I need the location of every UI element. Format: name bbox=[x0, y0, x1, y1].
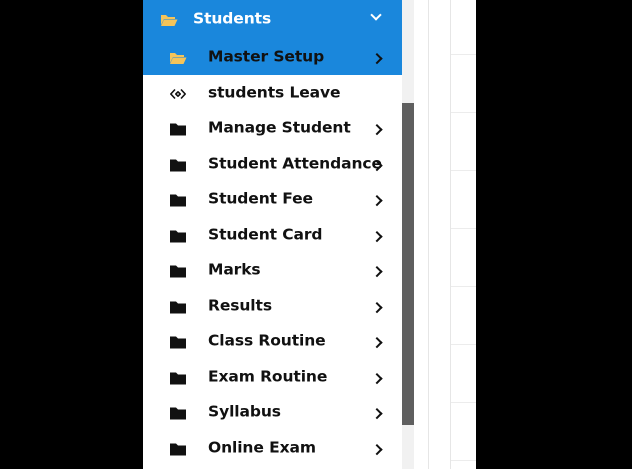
sidebar-item-syllabus[interactable]: Syllabus bbox=[143, 394, 402, 430]
sidebar-item-online-exam[interactable]: Online Exam bbox=[143, 430, 402, 466]
sidebar-item-label: Results bbox=[208, 296, 272, 315]
sidebar-item-student-fee[interactable]: Student Fee bbox=[143, 181, 402, 217]
sidebar-item-label: Master Setup bbox=[208, 47, 325, 66]
folder-icon bbox=[169, 228, 187, 243]
sidebar-item-label: Student Fee bbox=[208, 189, 313, 208]
sidebar-item-results[interactable]: Results bbox=[143, 288, 402, 324]
sidebar-item-label: Student Attendance bbox=[208, 154, 382, 173]
chevron-right-icon bbox=[371, 195, 383, 207]
screen: Students Master Setup students Leave Manag… bbox=[0, 0, 632, 469]
folder-icon bbox=[169, 334, 187, 349]
divider bbox=[451, 170, 476, 171]
sidebar-item-marks[interactable]: Marks bbox=[143, 252, 402, 288]
folder-icon bbox=[169, 405, 187, 420]
sidebar-item-master-setup[interactable]: Master Setup bbox=[143, 38, 402, 75]
chevron-right-icon bbox=[371, 372, 383, 385]
sidebar-item-student-card[interactable]: Student Card bbox=[143, 217, 402, 253]
divider bbox=[451, 54, 476, 55]
sidebar-item-label: Online Exam bbox=[208, 438, 316, 457]
link-icon bbox=[169, 86, 187, 100]
folder-open-icon bbox=[169, 50, 187, 64]
sidebar-item-label: Exam Routine bbox=[208, 367, 328, 386]
folder-icon bbox=[169, 263, 187, 278]
sidebar-item-label: Marks bbox=[208, 260, 261, 279]
sidebar-item-students-leave[interactable]: students Leave bbox=[143, 75, 402, 111]
sidebar-item-class-routine[interactable]: Class Routine bbox=[143, 323, 402, 359]
divider bbox=[451, 112, 476, 113]
chevron-right-icon bbox=[371, 266, 383, 278]
sidebar-item-exam-routine[interactable]: Exam Routine bbox=[143, 359, 402, 395]
divider bbox=[450, 0, 451, 469]
sidebar-item-label: Syllabus bbox=[208, 402, 281, 421]
sidebar-item-label: Student Card bbox=[208, 225, 323, 244]
folder-icon bbox=[169, 370, 187, 385]
sidebar-item-label: students Leave bbox=[208, 83, 341, 102]
chevron-down-icon[interactable] bbox=[370, 9, 382, 21]
divider bbox=[451, 286, 476, 287]
folder-open-icon bbox=[160, 12, 178, 26]
folder-icon bbox=[169, 441, 187, 456]
sidebar-item-label: Manage Student bbox=[208, 118, 351, 137]
sidebar-menu: Students Master Setup students Leave Manag… bbox=[143, 0, 402, 469]
sidebar-item-manage-student[interactable]: Manage Student bbox=[143, 110, 402, 146]
folder-icon bbox=[169, 299, 187, 314]
content-area bbox=[414, 0, 476, 469]
divider bbox=[451, 402, 476, 403]
divider bbox=[451, 460, 476, 461]
sidebar-item-student-attendance[interactable]: Student Attendance bbox=[143, 146, 402, 182]
divider bbox=[451, 344, 476, 345]
chevron-right-icon bbox=[371, 230, 383, 243]
folder-icon bbox=[169, 121, 187, 136]
sidebar-section-label: Students bbox=[193, 9, 272, 28]
scrollbar[interactable] bbox=[402, 0, 414, 469]
chevron-right-icon bbox=[371, 337, 383, 349]
chevron-right-icon bbox=[371, 124, 383, 136]
chevron-right-icon bbox=[371, 408, 383, 420]
sidebar-item-label: Class Routine bbox=[208, 331, 326, 350]
folder-icon bbox=[169, 192, 187, 207]
chevron-right-icon bbox=[371, 301, 383, 314]
scrollbar-thumb[interactable] bbox=[402, 103, 414, 425]
folder-icon bbox=[169, 157, 187, 172]
divider bbox=[428, 0, 429, 469]
divider bbox=[451, 228, 476, 229]
chevron-right-icon bbox=[371, 52, 383, 64]
sidebar-section-students[interactable]: Students bbox=[143, 0, 402, 38]
chevron-right-icon bbox=[371, 443, 383, 456]
